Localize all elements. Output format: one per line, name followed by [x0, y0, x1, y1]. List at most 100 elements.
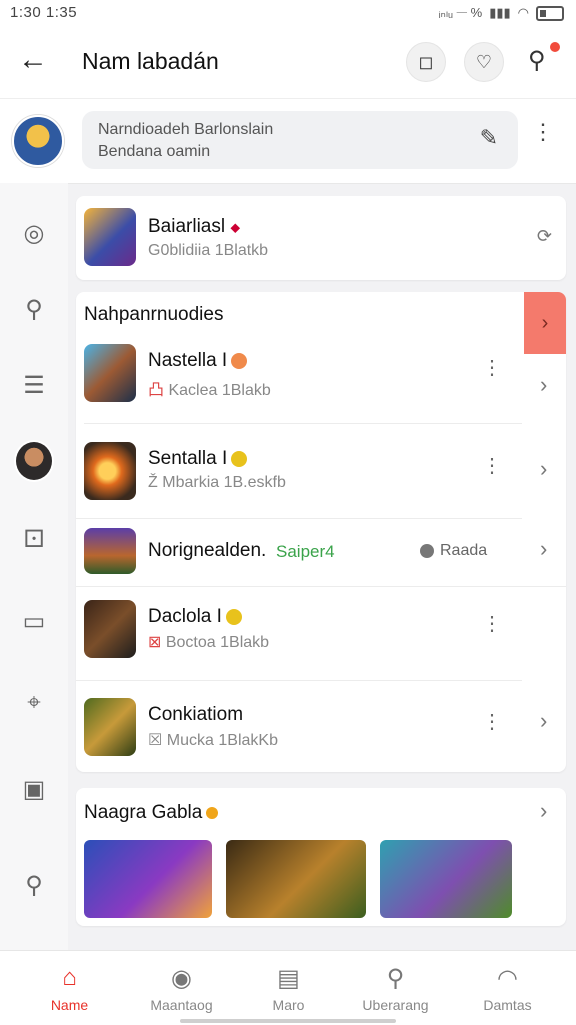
bottom-navigation: ⌂ Name ◉ Maantaog ▤ Maro ⚲ Uberarang ◠ D… — [0, 950, 576, 1025]
sidebar-menu-icon[interactable]: ☰ — [14, 365, 54, 405]
item-name: Nastella I — [148, 350, 248, 372]
featured-card[interactable]: Baiarliasl ⬥ G0blidiia 1Blatkb ⟳ — [76, 196, 566, 280]
sidebar-search-icon-2[interactable]: ⚲ — [14, 865, 54, 905]
game-banner-3[interactable] — [380, 840, 512, 918]
game-banner-2[interactable] — [226, 840, 366, 918]
status-bar: 1:30 1:35 ᵢₙₗᵤ 𝄖 % ▮▮▮ ◠ — [0, 0, 576, 26]
item-more-icon[interactable]: ⋮ — [482, 358, 502, 378]
more-options-icon[interactable]: ⋮ — [532, 121, 554, 143]
edit-pen-icon[interactable]: ✎ — [480, 125, 498, 151]
nav-explore[interactable]: ◉ Maantaog — [124, 951, 239, 1025]
item-name: Sentalla I — [148, 448, 248, 470]
featured-name: Baiarliasl ⬥ — [148, 216, 241, 237]
list-item[interactable]: Sentalla I Ž Mbarkia 1B.eskfb ⋮ — [76, 434, 522, 518]
signal-icon: ▮▮▮ — [489, 5, 511, 20]
search-button[interactable]: ⚲ — [524, 42, 562, 80]
sidebar-wallet-icon[interactable]: ▭ — [14, 601, 54, 641]
verified-badge-icon — [231, 352, 248, 369]
camera-button[interactable]: ◻ — [406, 42, 446, 82]
chevron-right-icon[interactable]: › — [540, 708, 547, 734]
status-time: 1:30 1:35 — [10, 4, 78, 21]
divider — [76, 586, 566, 587]
user-avatar — [14, 440, 54, 482]
games-section-title: Naagra Gabla — [84, 802, 219, 824]
search-line-2: Bendana oamin — [98, 143, 211, 160]
status-icons: ᵢₙₗᵤ 𝄖 % ▮▮▮ ◠ — [439, 5, 564, 21]
chevron-right-icon[interactable]: › — [540, 456, 547, 482]
game-thumbnail — [84, 600, 136, 658]
nav-label: Maantaog — [150, 997, 213, 1013]
avatar[interactable] — [12, 115, 64, 167]
nav-search[interactable]: ⚲ Uberarang — [338, 951, 453, 1025]
profile-icon: ◠ — [497, 964, 518, 992]
item-more-icon[interactable]: ⋮ — [482, 712, 502, 732]
page-title: Nam labadán — [82, 48, 219, 74]
nav-list[interactable]: ▤ Maro — [231, 951, 346, 1025]
featured-thumbnail — [84, 208, 136, 266]
status-indicators: ᵢₙₗᵤ 𝄖 % — [438, 5, 483, 20]
game-thumbnail — [84, 442, 136, 500]
item-tag: Saiper4 — [276, 542, 335, 561]
nav-label: Maro — [272, 997, 305, 1013]
chevron-right-icon[interactable]: › — [540, 372, 547, 398]
favorite-button[interactable]: ♡ — [464, 42, 504, 82]
item-more-icon[interactable]: ⋮ — [482, 456, 502, 476]
item-name: Norignealden. — [148, 540, 267, 561]
list-item[interactable]: Conkiatiom ☒ Mucka 1BlakKb ⋮ — [76, 690, 522, 770]
item-sub: 凸 Kaclea 1Blakb — [148, 382, 271, 399]
section-title: Nahpanrnuodies — [84, 304, 224, 325]
game-thumbnail — [84, 528, 136, 574]
notification-dot — [550, 42, 560, 52]
wifi-icon: ◠ — [517, 5, 529, 20]
refresh-icon[interactable]: ⟳ — [537, 226, 552, 247]
search-line-1: Narndioadeh Barlonslain — [98, 121, 274, 138]
battery-icon — [536, 5, 564, 21]
search-icon: ⚲ — [528, 47, 546, 74]
item-sub: ⊠ Boctoa 1Blakb — [148, 634, 270, 651]
games-list-card: Nahpanrnuodies › Nastella I 凸 Kaclea 1Bl… — [76, 292, 566, 772]
item-sub: ☒ Mucka 1BlakKb — [148, 732, 278, 749]
verified-badge-icon — [231, 450, 248, 467]
back-arrow-icon[interactable]: ← — [18, 45, 48, 75]
games-section: Naagra Gabla › — [76, 788, 566, 926]
heart-icon: ♡ — [475, 51, 493, 72]
sidebar: ◎ ⚲ ☰ ⚀ ▭ ⌖ ▣ ⚲ — [0, 183, 68, 953]
list-item[interactable]: Nastella I 凸 Kaclea 1Blakb ⋮ — [76, 340, 522, 424]
profile-row: Narndioadeh Barlonslain Bendana oamin ✎ … — [0, 98, 576, 184]
sidebar-avatar[interactable] — [14, 440, 54, 482]
list-icon: ▤ — [277, 964, 300, 992]
sidebar-search-icon[interactable]: ⚲ — [14, 289, 54, 329]
chevron-right-icon[interactable]: › — [540, 798, 547, 824]
divider — [84, 423, 522, 424]
featured-sub: G0blidiia 1Blatkb — [148, 242, 269, 259]
nav-label: Name — [50, 997, 89, 1013]
list-item[interactable]: Norignealden. Saiper4 Raada › — [76, 520, 566, 586]
chevron-right-icon[interactable]: › — [540, 536, 547, 562]
item-name: Conkiatiom — [148, 704, 244, 725]
home-icon: ⌂ — [62, 964, 77, 991]
sidebar-dice-icon[interactable]: ⚀ — [14, 519, 54, 559]
status-dot-icon — [420, 543, 434, 558]
item-more-icon[interactable]: ⋮ — [482, 614, 502, 634]
game-thumbnail — [84, 344, 136, 402]
item-status: Raada — [420, 542, 487, 560]
game-banner-1[interactable] — [84, 840, 212, 918]
nav-home[interactable]: ⌂ Name — [12, 951, 127, 1025]
list-item[interactable]: Daclola I ⊠ Boctoa 1Blakb ⋮ — [76, 596, 522, 676]
nav-label: Uberarang — [362, 997, 429, 1013]
nav-profile[interactable]: ◠ Damtas — [450, 951, 565, 1025]
search-input[interactable]: Narndioadeh Barlonslain Bendana oamin ✎ — [82, 111, 518, 169]
sidebar-camera-icon[interactable]: ▣ — [14, 769, 54, 809]
home-indicator — [180, 1019, 396, 1023]
sidebar-tag-icon[interactable]: ⌖ — [14, 683, 54, 723]
flame-icon — [206, 806, 219, 819]
sidebar-home-icon[interactable]: ◎ — [14, 213, 54, 253]
top-app-bar: ← Nam labadán ◻ ♡ ⚲ — [0, 26, 576, 98]
compass-icon: ◉ — [171, 964, 192, 992]
search-icon: ⚲ — [386, 964, 405, 992]
item-sub: Ž Mbarkia 1B.eskfb — [148, 474, 286, 491]
section-expand-button[interactable]: › — [524, 292, 566, 354]
verified-badge-icon — [225, 608, 242, 625]
divider — [76, 518, 522, 519]
divider — [76, 680, 522, 681]
